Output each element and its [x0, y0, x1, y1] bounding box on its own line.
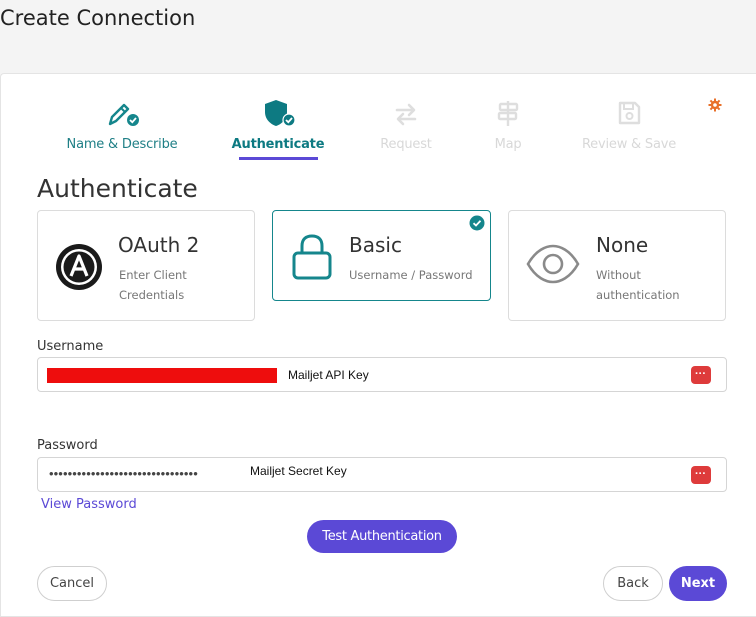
step-label: Review & Save — [581, 137, 677, 152]
test-authentication-button[interactable]: Test Authentication — [307, 520, 457, 553]
step-review-save[interactable]: Review & Save — [564, 94, 694, 152]
gear-icon[interactable] — [708, 98, 722, 117]
cancel-button[interactable]: Cancel — [37, 566, 107, 601]
page-title: Create Connection — [0, 6, 196, 30]
selected-check-icon — [469, 215, 485, 236]
auth-option-name: Basic — [349, 233, 402, 257]
auth-option-desc: Enter Client Credentials — [119, 268, 187, 302]
auth-option-name: None — [596, 233, 649, 257]
padlock-icon — [290, 233, 334, 286]
pencil-check-icon — [57, 94, 187, 128]
save-icon — [564, 94, 694, 128]
key-picker-button[interactable]: ··· — [691, 466, 711, 484]
password-label: Password — [37, 438, 98, 453]
signpost-icon — [443, 94, 573, 128]
wizard-card: Name & Describe Authenticate Request Map… — [0, 73, 756, 617]
password-note: Mailjet Secret Key — [250, 464, 347, 478]
step-map[interactable]: Map — [443, 94, 573, 152]
back-button[interactable]: Back — [603, 566, 663, 601]
view-password-link[interactable]: View Password — [41, 497, 137, 512]
password-field[interactable]: •••••••••••••••••••••••••••••••• Mailjet… — [37, 457, 727, 492]
username-label: Username — [37, 339, 104, 354]
key-picker-button[interactable]: ··· — [691, 366, 711, 384]
auth-option-basic[interactable]: Basic Username / Password — [272, 210, 491, 301]
auth-option-name: OAuth 2 — [118, 233, 200, 257]
next-button[interactable]: Next — [669, 566, 727, 601]
username-note: Mailjet API Key — [288, 368, 369, 382]
auth-option-desc: Without authentication — [596, 268, 680, 302]
oauth-logo-icon — [55, 243, 103, 296]
password-masked-value: •••••••••••••••••••••••••••••••• — [49, 466, 198, 481]
step-name-describe[interactable]: Name & Describe — [57, 94, 187, 152]
section-title: Authenticate — [37, 174, 198, 203]
eye-icon — [526, 244, 580, 289]
auth-option-oauth2[interactable]: OAuth 2 Enter Client Credentials — [37, 210, 255, 321]
redaction-bar — [47, 368, 277, 383]
auth-option-desc: Username / Password — [349, 268, 473, 282]
username-field[interactable]: Mailjet API Key ··· — [37, 357, 727, 392]
step-label: Name & Describe — [66, 137, 178, 152]
step-label: Authenticate — [231, 137, 325, 152]
step-label: Map — [494, 137, 522, 152]
shield-check-icon — [213, 94, 343, 128]
auth-option-none[interactable]: None Without authentication — [508, 210, 726, 321]
active-step-underline — [238, 157, 318, 160]
step-authenticate[interactable]: Authenticate — [213, 94, 343, 160]
